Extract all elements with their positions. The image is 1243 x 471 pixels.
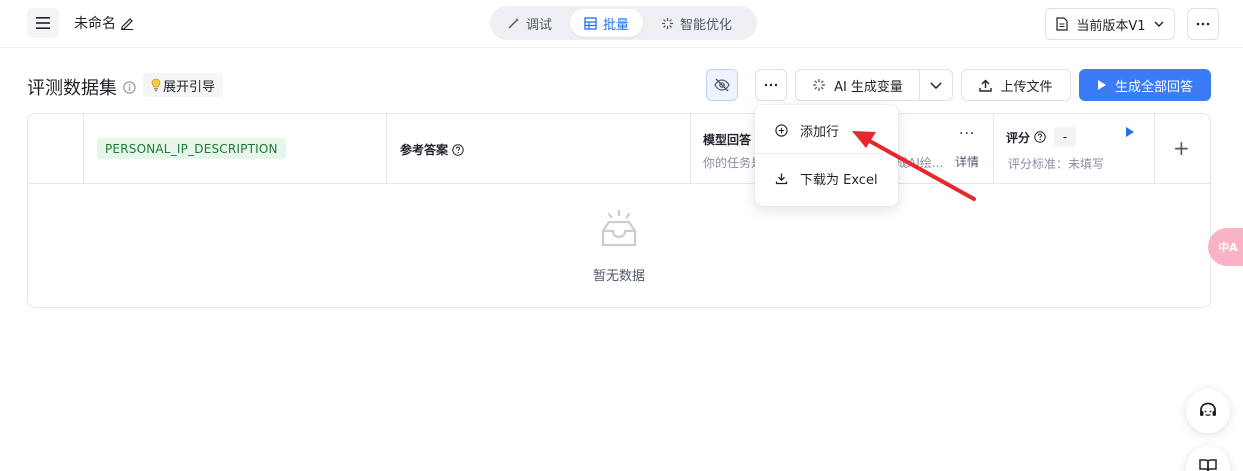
section-title: 评测数据集 xyxy=(27,74,136,100)
more-actions-dropdown: 添加行 下载为 Excel xyxy=(755,105,898,206)
generate-all-answers-button[interactable]: 生成全部回答 xyxy=(1079,69,1211,101)
edit-pencil-icon[interactable] xyxy=(120,16,134,30)
add-column-cell: + xyxy=(1155,114,1210,184)
score-column-header: 评分 - 评分标准：未填写 xyxy=(994,114,1155,184)
upload-file-button[interactable]: 上传文件 xyxy=(961,69,1071,101)
document-icon xyxy=(1056,17,1069,31)
tab-smart-optimize[interactable]: 智能优化 xyxy=(647,9,746,37)
table-icon xyxy=(584,16,597,30)
model-answer-label: 模型回答 xyxy=(703,133,752,147)
reference-header: 参考答案 xyxy=(400,141,464,158)
mode-switcher: 调试 批量 智能优化 xyxy=(490,6,757,40)
book-icon xyxy=(1199,459,1217,471)
chevron-down-icon xyxy=(1154,21,1164,27)
menu-item-add-row[interactable]: 添加行 xyxy=(755,110,898,150)
menu-button[interactable] xyxy=(27,8,59,38)
help-icon[interactable] xyxy=(452,143,464,156)
tab-debug-label: 调试 xyxy=(526,17,553,33)
headset-icon xyxy=(1200,402,1216,416)
translate-label: 中A xyxy=(1218,241,1238,254)
doc-title-text: 未命名 xyxy=(74,16,116,32)
upload-icon xyxy=(979,79,993,92)
play-icon xyxy=(1097,80,1106,90)
dataset-table: PERSONAL_IP_DESCRIPTION 参考答案 模型回答 你的任务是 … xyxy=(27,113,1211,308)
variable-column-header[interactable]: PERSONAL_IP_DESCRIPTION xyxy=(84,114,387,184)
ai-generate-label: AI 生成变量 xyxy=(834,79,903,95)
guide-toggle[interactable]: 展开引导 xyxy=(143,73,224,97)
more-actions-button[interactable] xyxy=(755,69,787,101)
lightbulb-icon xyxy=(151,78,161,92)
add-column-plus-icon[interactable]: + xyxy=(1173,136,1190,160)
debug-wand-icon xyxy=(508,17,519,28)
score-header: 评分 - xyxy=(1006,127,1077,147)
score-value: - xyxy=(1054,127,1077,147)
download-icon xyxy=(775,173,788,184)
score-standard: 评分标准：未填写 xyxy=(1008,157,1105,171)
ai-generate-variables-button[interactable]: AI 生成变量 xyxy=(795,69,920,101)
section-title-text: 评测数据集 xyxy=(27,78,117,99)
model-prompt-preview: 你的任务是 xyxy=(703,156,764,170)
menu-item-add-row-label: 添加行 xyxy=(800,124,840,140)
score-label: 评分 xyxy=(1006,130,1031,145)
sparkle-icon xyxy=(813,79,825,91)
plus-circle-icon xyxy=(775,123,788,137)
table-header: PERSONAL_IP_DESCRIPTION 参考答案 模型回答 你的任务是 … xyxy=(28,114,1210,184)
top-bar: 未命名 调试 批量 智能优化 当前版本V1 xyxy=(0,0,1243,48)
hamburger-icon xyxy=(36,17,50,29)
tab-batch[interactable]: 批量 xyxy=(570,9,644,37)
help-icon[interactable] xyxy=(1034,131,1046,143)
menu-divider xyxy=(755,153,898,154)
sparkle-icon xyxy=(662,17,674,29)
model-detail-link[interactable]: 详情 xyxy=(955,153,979,170)
more-dots-icon xyxy=(764,83,778,87)
menu-item-download-excel[interactable]: 下载为 Excel xyxy=(755,158,898,198)
empty-inbox-icon xyxy=(601,209,637,247)
empty-state: 暂无数据 xyxy=(28,185,1210,307)
generate-all-label: 生成全部回答 xyxy=(1114,79,1193,95)
run-score-play-icon[interactable] xyxy=(1126,127,1134,137)
menu-item-download-excel-label: 下载为 Excel xyxy=(800,172,878,188)
support-fab[interactable] xyxy=(1186,389,1230,433)
empty-text: 暂无数据 xyxy=(592,269,645,284)
eye-off-icon xyxy=(714,78,730,92)
chevron-down-icon xyxy=(930,81,942,89)
tab-smart-optimize-label: 智能优化 xyxy=(680,17,733,33)
version-selector[interactable]: 当前版本V1 xyxy=(1045,8,1175,40)
select-column xyxy=(28,114,84,184)
tab-debug[interactable]: 调试 xyxy=(493,9,566,37)
top-more-button[interactable] xyxy=(1187,8,1219,40)
model-prompt-preview-tail: 成AI绘... xyxy=(896,156,944,170)
ai-generate-dropdown[interactable] xyxy=(919,69,953,101)
translate-fab[interactable]: 中A xyxy=(1208,228,1243,266)
tab-batch-label: 批量 xyxy=(603,17,630,33)
guide-label: 展开引导 xyxy=(163,79,216,95)
docs-fab[interactable] xyxy=(1186,446,1230,471)
more-dots-icon xyxy=(1196,22,1210,26)
info-icon[interactable] xyxy=(123,80,136,94)
upload-label: 上传文件 xyxy=(1000,79,1053,95)
reference-label: 参考答案 xyxy=(400,143,449,157)
doc-title[interactable]: 未命名 xyxy=(74,13,134,33)
hide-columns-button[interactable] xyxy=(706,69,738,101)
reference-column-header: 参考答案 xyxy=(387,114,691,184)
variable-tag: PERSONAL_IP_DESCRIPTION xyxy=(97,138,286,159)
version-label: 当前版本V1 xyxy=(1076,18,1146,34)
model-column-more-icon[interactable]: ··· xyxy=(959,126,975,142)
